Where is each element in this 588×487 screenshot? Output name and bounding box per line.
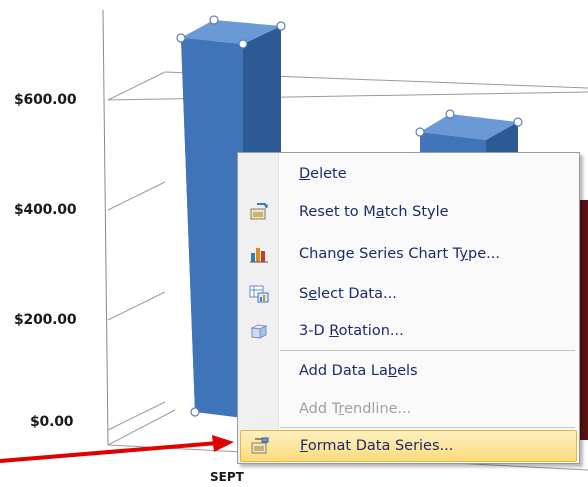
y-tick-label: $200.00 (14, 312, 77, 328)
menu-item-label: Add Data Labels (299, 363, 418, 379)
format-series-icon (241, 429, 279, 463)
menu-item-change-chart-type[interactable]: Change Series Chart Type... (240, 237, 577, 271)
selection-handle[interactable] (209, 15, 219, 25)
gridline-0 (107, 401, 166, 431)
selection-handle[interactable] (176, 33, 186, 43)
menu-item-add-data-labels[interactable]: Add Data Labels (240, 354, 577, 388)
select-data-icon (240, 277, 278, 311)
menu-item-label: 3-D Rotation... (299, 323, 404, 339)
menu-item-label: Format Data Series... (300, 438, 454, 454)
menu-item-label: Select Data... (299, 286, 397, 302)
menu-item-3d-rotation[interactable]: 3-D Rotation... (240, 314, 577, 348)
gridline-600 (107, 91, 588, 101)
context-menu: Delete Reset to Match Style Change Serie… (237, 152, 580, 464)
gridline-400 (107, 181, 166, 211)
selection-handle[interactable] (276, 21, 286, 31)
menu-item-label: Reset to Match Style (299, 204, 449, 220)
menu-item-label: Change Series Chart Type... (299, 246, 500, 262)
menu-item-label: Delete (299, 166, 347, 182)
menu-item-reset-style[interactable]: Reset to Match Style (240, 195, 577, 229)
blank-icon (240, 157, 278, 191)
blank-icon (240, 392, 278, 426)
menu-item-add-trendline: Add Trendline... (240, 392, 577, 426)
rotation-3d-icon (240, 314, 278, 348)
selection-handle[interactable] (238, 39, 248, 49)
y-tick-label: $400.00 (14, 202, 77, 218)
menu-item-select-data[interactable]: Select Data... (240, 277, 577, 311)
chart-left-wall-edge (102, 9, 109, 446)
menu-item-delete[interactable]: Delete (240, 157, 577, 191)
blank-icon (240, 354, 278, 388)
arrow-head (212, 435, 234, 452)
menu-item-label: Add Trendline... (299, 401, 412, 417)
chart-type-icon (240, 237, 278, 271)
y-tick-label: $600.00 (14, 92, 77, 108)
y-tick-label: $0.00 (30, 414, 74, 430)
annotation-arrow (0, 435, 234, 463)
gridline-200 (107, 291, 166, 321)
bar-sept-front (181, 38, 243, 418)
reset-style-icon (240, 195, 278, 229)
selection-handle[interactable] (513, 117, 523, 127)
selection-handle[interactable] (415, 127, 425, 137)
menu-item-format-data-series[interactable]: Format Data Series... (240, 430, 577, 462)
x-category-label: SEPT (210, 470, 244, 484)
selection-handle[interactable] (190, 407, 200, 417)
arrow-shaft (0, 441, 219, 463)
floor-side-edge (107, 409, 176, 446)
menu-separator (280, 350, 575, 351)
menu-separator (280, 427, 575, 428)
gridline-600-side (107, 71, 166, 101)
selection-handle[interactable] (445, 109, 455, 119)
